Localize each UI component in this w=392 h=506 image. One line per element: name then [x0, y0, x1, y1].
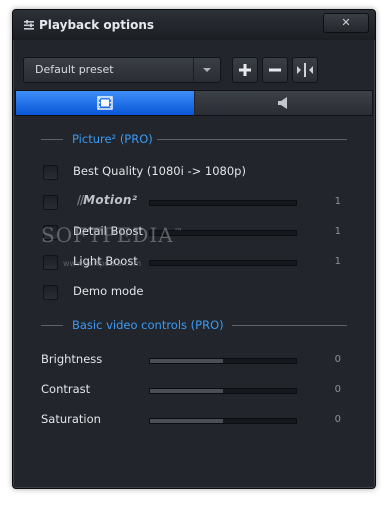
- watermark-tm: ™: [173, 227, 184, 238]
- split-view-icon: [297, 63, 313, 77]
- window-title: Playback options: [39, 18, 155, 32]
- preset-selected-value: Default preset: [35, 63, 114, 76]
- tab-audio[interactable]: [195, 91, 372, 115]
- preset-dropdown[interactable]: Default preset: [23, 57, 221, 83]
- plus-icon: [239, 64, 251, 76]
- tab-bar: [15, 90, 373, 116]
- contrast-label: Contrast: [41, 382, 91, 396]
- split-compare-button[interactable]: [292, 57, 318, 83]
- saturation-label: Saturation: [41, 412, 101, 426]
- remove-preset-button[interactable]: [262, 57, 288, 83]
- saturation-value: 0: [334, 414, 341, 425]
- basic-controls-section-title: Basic video controls (PRO): [72, 318, 224, 332]
- tab-video[interactable]: [16, 91, 194, 115]
- add-preset-button[interactable]: [232, 57, 258, 83]
- contrast-slider-fill: [150, 389, 223, 393]
- title-bar[interactable]: Playback options ✕: [13, 10, 375, 40]
- light-boost-slider[interactable]: [149, 260, 297, 266]
- watermark-url: www.softpedia.com: [63, 259, 142, 268]
- close-button[interactable]: ✕: [323, 13, 369, 33]
- picture-section-title: Picture² (PRO): [72, 132, 153, 146]
- saturation-slider[interactable]: [149, 418, 297, 424]
- picture-section-header: Picture² (PRO): [41, 131, 347, 147]
- contrast-slider[interactable]: [149, 388, 297, 394]
- demo-mode-checkbox[interactable]: [43, 285, 58, 300]
- basic-controls-section-header: Basic video controls (PRO): [41, 317, 347, 333]
- motion-checkbox[interactable]: [43, 195, 58, 210]
- divider: [157, 139, 347, 140]
- light-boost-value: 1: [334, 256, 341, 267]
- saturation-slider-fill: [150, 419, 223, 423]
- playback-options-window: Playback options ✕ Default preset Pictur…: [12, 9, 376, 489]
- settings-sliders-icon: [24, 20, 34, 30]
- watermark-text: SOFTPEDIA: [41, 223, 174, 247]
- motion-logo: //Motion²: [77, 193, 138, 207]
- brightness-slider[interactable]: [149, 358, 297, 364]
- preset-dropdown-toggle[interactable]: [193, 58, 220, 82]
- divider: [232, 325, 347, 326]
- brightness-label: Brightness: [41, 352, 103, 366]
- brightness-slider-fill: [150, 359, 223, 363]
- divider: [41, 325, 63, 326]
- close-icon: ✕: [341, 16, 351, 29]
- detail-boost-value: 1: [334, 226, 341, 237]
- divider: [41, 139, 63, 140]
- demo-mode-label: Demo mode: [73, 284, 144, 298]
- motion-slider[interactable]: [149, 200, 297, 206]
- chevron-down-icon: [203, 68, 211, 72]
- light-boost-checkbox[interactable]: [43, 255, 58, 270]
- softpedia-watermark: SOFTPEDIA™: [41, 223, 184, 247]
- motion-value: 1: [334, 196, 341, 207]
- film-strip-icon: [97, 96, 113, 110]
- speaker-icon: [278, 97, 287, 109]
- minus-icon: [269, 68, 281, 72]
- best-quality-checkbox[interactable]: [43, 165, 58, 180]
- contrast-value: 0: [334, 384, 341, 395]
- best-quality-label: Best Quality (1080i -> 1080p): [73, 164, 246, 178]
- motion-logo-text: Motion²: [83, 193, 138, 207]
- brightness-value: 0: [334, 354, 341, 365]
